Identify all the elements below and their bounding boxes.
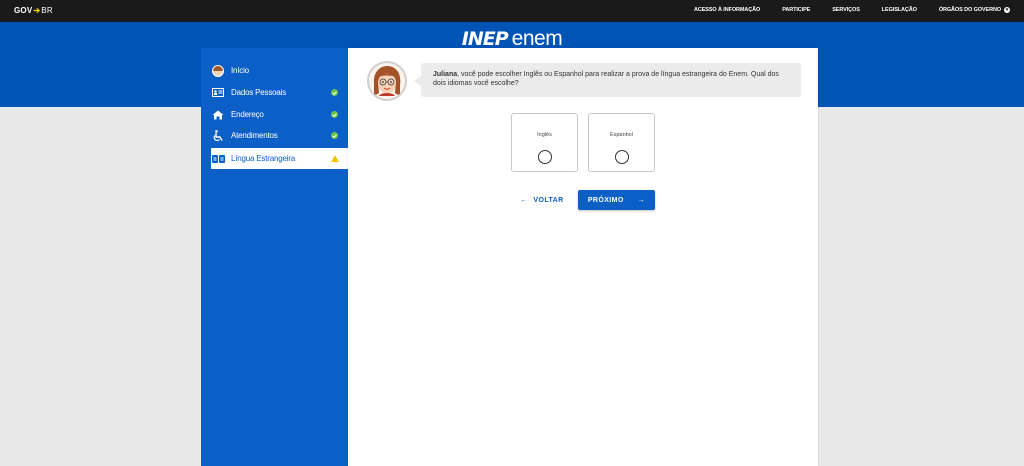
choice-label: Inglês	[537, 132, 552, 138]
assistant-name: Juliana	[433, 71, 458, 78]
arrow-right-icon: →	[637, 196, 646, 204]
home-icon	[211, 108, 225, 122]
sidebar-item-dados-pessoais[interactable]: Dados Pessoais	[211, 82, 348, 103]
sidebar-item-label: Atendimentos	[231, 131, 278, 140]
chevron-down-icon: ▾	[1004, 7, 1010, 13]
sidebar: Início Dados Pessoais Endereço Atendimen…	[201, 48, 348, 466]
wheelchair-icon	[211, 129, 225, 143]
sidebar-item-label: Língua Estrangeira	[231, 154, 296, 163]
choice-ingles[interactable]: Inglês	[511, 113, 578, 172]
sidebar-item-label: Endereço	[231, 110, 264, 119]
check-icon	[331, 89, 338, 96]
link-acesso-informacao[interactable]: ACESSO À INFORMAÇÃO	[694, 7, 760, 13]
arrow-icon: ➔	[33, 6, 41, 15]
gov-text: GOV	[14, 6, 33, 15]
sidebar-item-atendimentos[interactable]: Atendimentos	[211, 125, 348, 146]
check-icon	[331, 132, 338, 139]
main-card: Juliana, você pode escolher Inglês ou Es…	[348, 48, 818, 466]
link-participe[interactable]: PARTICIPE	[782, 7, 810, 13]
language-icon	[211, 152, 225, 166]
gov-br-logo[interactable]: GOV ➔ BR	[14, 6, 53, 15]
gov-links: ACESSO À INFORMAÇÃO PARTICIPE SERVIÇOS L…	[694, 7, 1010, 13]
choice-espanhol[interactable]: Espanhol	[588, 113, 655, 172]
enem-logo-text: enem	[511, 27, 563, 50]
warning-icon	[331, 155, 339, 162]
radio-button[interactable]	[615, 150, 629, 164]
id-card-icon	[211, 86, 225, 100]
sidebar-item-inicio[interactable]: Início	[211, 60, 348, 81]
link-orgaos-governo[interactable]: ÓRGÃOS DO GOVERNO ▾	[939, 7, 1010, 13]
link-servicos[interactable]: SERVIÇOS	[832, 7, 860, 13]
assistant-message: , você pode escolher Inglês ou Espanhol …	[433, 71, 779, 87]
back-button[interactable]: ← VOLTAR	[520, 194, 564, 206]
br-text: BR	[41, 6, 53, 15]
check-icon	[331, 111, 338, 118]
link-orgaos-governo-label: ÓRGÃOS DO GOVERNO	[938, 7, 1001, 13]
sidebar-item-label: Dados Pessoais	[231, 88, 287, 97]
gov-top-bar: GOV ➔ BR ACESSO À INFORMAÇÃO PARTICIPE S…	[0, 0, 1024, 22]
inep-logo-text: INEP	[461, 28, 509, 50]
arrow-left-icon: ←	[520, 196, 528, 204]
sidebar-item-label: Início	[231, 66, 249, 75]
link-legislacao[interactable]: LEGISLAÇÃO	[882, 7, 917, 13]
choice-label: Espanhol	[610, 132, 633, 138]
next-button-label: PRÓXIMO	[587, 196, 624, 204]
sidebar-item-endereco[interactable]: Endereço	[211, 104, 348, 125]
next-button[interactable]: PRÓXIMO →	[578, 190, 655, 210]
back-button-label: VOLTAR	[533, 196, 564, 204]
assistant-avatar	[367, 61, 407, 101]
user-avatar-icon	[211, 64, 225, 78]
assistant-message-bubble: Juliana, você pode escolher Inglês ou Es…	[414, 63, 801, 97]
sidebar-item-lingua-estrangeira[interactable]: Língua Estrangeira	[211, 148, 348, 169]
radio-button[interactable]	[538, 150, 552, 164]
